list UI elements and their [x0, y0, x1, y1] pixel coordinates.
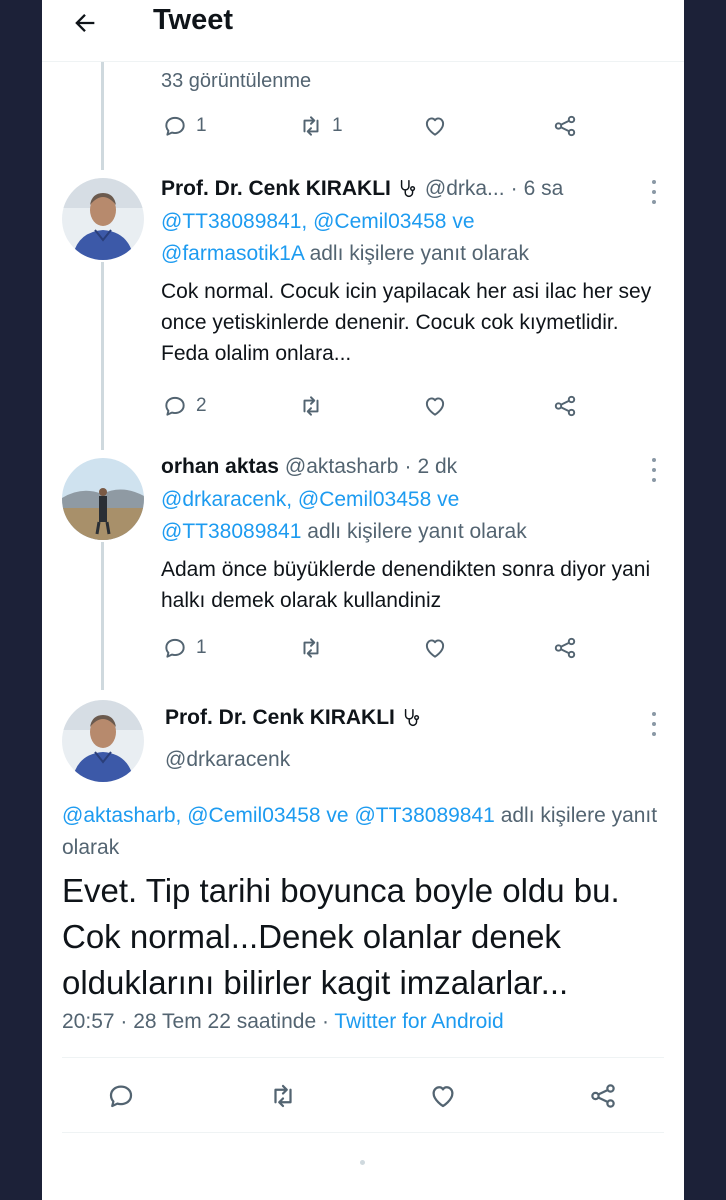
retweet-button[interactable] — [298, 386, 324, 426]
retweet-icon — [303, 396, 319, 416]
retweet-icon — [303, 638, 319, 658]
mention-connector: ve — [452, 210, 475, 233]
retweet-icon — [303, 116, 319, 136]
mention-link[interactable]: @TT38089841, — [161, 210, 307, 233]
share-button[interactable] — [588, 1076, 618, 1116]
action-bar: 1 1 — [42, 106, 684, 146]
retweet-count: 1 — [332, 115, 343, 136]
share-icon — [554, 637, 576, 659]
divider — [62, 1057, 664, 1058]
display-name[interactable]: orhan aktas — [161, 455, 279, 479]
handle[interactable]: @drka... — [425, 177, 505, 201]
main-action-bar — [42, 1076, 684, 1120]
reply-context: @drkaracenk, @Cemil03458 ve @TT38089841 … — [161, 484, 664, 548]
handle[interactable]: @drkaracenk — [165, 748, 290, 772]
retweet-icon — [274, 1084, 292, 1108]
more-icon — [652, 180, 656, 184]
action-bar: 1 — [42, 628, 684, 668]
like-icon — [425, 397, 445, 416]
separator-dot: · — [404, 455, 412, 478]
stethoscope-icon — [400, 180, 416, 198]
main-tweet-text: Evet. Tip tarihi boyunca boyle oldu bu. … — [62, 872, 620, 1001]
back-button[interactable] — [68, 6, 102, 40]
phone-screen: Tweet 33 görüntülenme 1 1 Prof. Dr. Cenk… — [42, 0, 684, 1200]
divider — [62, 1132, 664, 1133]
like-button[interactable] — [422, 106, 448, 146]
display-name[interactable]: Prof. Dr. Cenk KIRAKLI — [161, 177, 391, 201]
timestamp[interactable]: 6 sa — [524, 177, 564, 201]
timestamp[interactable]: 2 dk — [417, 455, 457, 479]
tweet[interactable]: Prof. Dr. Cenk KIRAKLI @drka... · 6 sa @… — [42, 174, 684, 374]
separator-dot: · — [510, 177, 518, 200]
page-title: Tweet — [153, 4, 234, 36]
reply-suffix: adlı kişilere yanıt olarak — [309, 242, 529, 265]
display-name[interactable]: Prof. Dr. Cenk KIRAKLI — [165, 706, 395, 730]
like-button[interactable] — [428, 1076, 458, 1116]
reply-icon — [165, 638, 185, 658]
reply-button[interactable]: 2 — [162, 386, 207, 426]
mention-links[interactable]: @aktasharb, @Cemil03458 ve @TT38089841 — [62, 804, 495, 827]
reply-suffix: adlı kişilere yanıt olarak — [307, 520, 527, 543]
share-icon — [554, 115, 576, 137]
like-button[interactable] — [422, 386, 448, 426]
share-button[interactable] — [552, 628, 578, 668]
reply-context: @TT38089841, @Cemil03458 ve @farmasotik1… — [161, 206, 664, 270]
back-arrow-icon — [75, 14, 95, 32]
view-count: 33 görüntülenme — [161, 70, 312, 92]
mention-link[interactable]: @Cemil03458 — [298, 488, 431, 511]
reply-button[interactable]: 1 — [162, 106, 207, 146]
reply-button[interactable]: 1 — [162, 628, 207, 668]
reply-icon — [109, 1085, 133, 1108]
reply-count: 1 — [196, 637, 207, 658]
tweet-timestamp: 20:57 · 28 Tem 22 saatinde · Twitter for… — [62, 1010, 504, 1034]
source-link[interactable]: Twitter for Android — [334, 1010, 503, 1033]
share-icon — [554, 395, 576, 417]
timestamp[interactable]: 20:57 · 28 Tem 22 saatinde · — [62, 1010, 329, 1033]
avatar[interactable] — [62, 458, 144, 540]
more-button[interactable] — [650, 712, 658, 736]
like-icon — [425, 639, 445, 658]
main-display-name-row[interactable]: Prof. Dr. Cenk KIRAKLI — [165, 706, 423, 730]
reply-button[interactable] — [106, 1076, 136, 1116]
retweet-button[interactable] — [298, 628, 324, 668]
mention-link[interactable]: @farmasotik1A — [161, 242, 304, 265]
loading-dot — [360, 1160, 365, 1165]
tweet-header: Prof. Dr. Cenk KIRAKLI @drka... · 6 sa — [161, 174, 664, 204]
mention-link[interactable]: @TT38089841 — [161, 520, 301, 543]
reply-icon — [165, 396, 185, 416]
reply-icon — [165, 116, 185, 136]
like-button[interactable] — [422, 628, 448, 668]
top-bar: Tweet — [42, 0, 684, 62]
more-button[interactable] — [650, 180, 658, 204]
more-icon — [652, 458, 656, 462]
reply-context: @aktasharb, @Cemil03458 ve @TT38089841 a… — [62, 800, 662, 864]
reply-count: 2 — [196, 395, 207, 416]
more-icon — [652, 712, 656, 716]
tweet-header: orhan aktas @aktasharb · 2 dk — [161, 452, 664, 482]
share-button[interactable] — [552, 386, 578, 426]
mention-link[interactable]: @drkaracenk, — [161, 488, 292, 511]
like-icon — [425, 117, 445, 136]
avatar[interactable] — [62, 178, 144, 260]
tweet-text: Adam önce büyüklerde denendikten sonra d… — [161, 558, 651, 612]
mention-link[interactable]: @Cemil03458 — [313, 210, 446, 233]
mention-connector: ve — [437, 488, 460, 511]
handle[interactable]: @aktasharb — [285, 455, 399, 479]
more-button[interactable] — [650, 458, 658, 482]
reply-count: 1 — [196, 115, 207, 136]
tweet-text: Cok normal. Cocuk icin yapilacak her asi… — [161, 280, 652, 365]
avatar[interactable] — [62, 700, 144, 782]
retweet-button[interactable] — [268, 1076, 298, 1116]
stethoscope-icon — [404, 709, 420, 727]
retweet-button[interactable]: 1 — [298, 106, 343, 146]
share-button[interactable] — [552, 106, 578, 146]
tweet[interactable]: orhan aktas @aktasharb · 2 dk @drkaracen… — [42, 452, 684, 622]
share-icon — [591, 1084, 615, 1108]
like-icon — [432, 1086, 454, 1108]
action-bar: 2 — [42, 386, 684, 426]
